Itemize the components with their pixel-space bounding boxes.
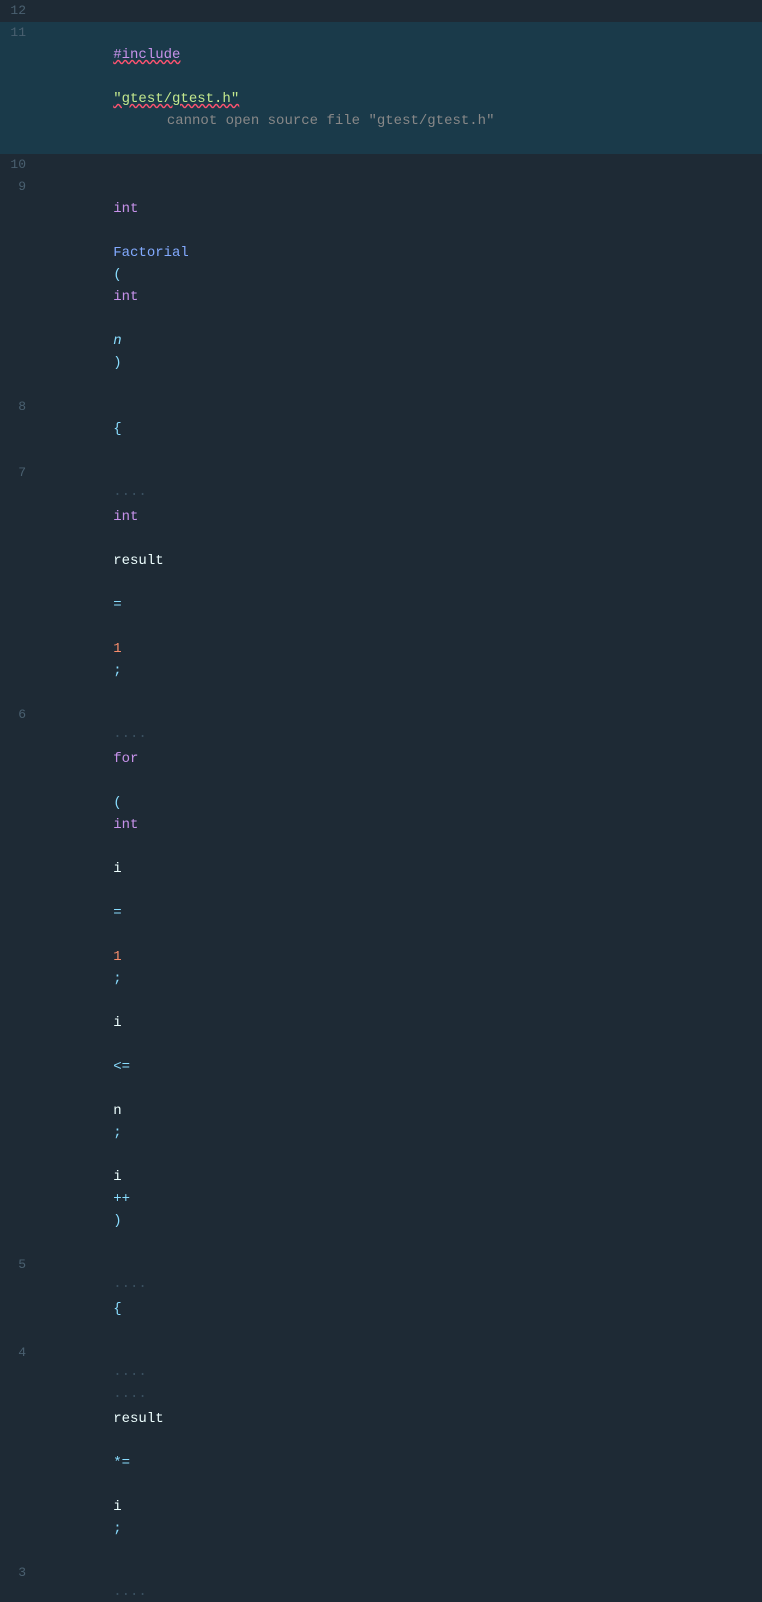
line-content: ···· int result = 1 ; <box>36 462 762 704</box>
keyword-int3: int <box>113 817 138 833</box>
brace-open: { <box>113 421 121 437</box>
leq-op: <= <box>113 1059 130 1075</box>
indent-dots: ···· <box>113 487 147 503</box>
keyword-int: int <box>113 509 138 525</box>
assign-op: = <box>113 597 121 613</box>
paren-open: ( <box>113 795 121 811</box>
indent-dots: ···· <box>113 1587 147 1602</box>
indent-dots: ···· <box>113 1367 147 1383</box>
mul-assign-op: *= <box>113 1455 130 1471</box>
var-result2: result <box>113 1411 163 1427</box>
code-line-5: 5 ···· { <box>0 1254 762 1342</box>
assign-op2: = <box>113 905 121 921</box>
line-number: 12 <box>0 0 36 22</box>
code-line-9: 9 int Factorial ( int n ) <box>0 176 762 396</box>
code-line-12: 12 <box>0 0 762 22</box>
line-content: ···· { <box>36 1254 762 1342</box>
line-number: 8 <box>0 396 36 418</box>
keyword-for: for <box>113 751 138 767</box>
var-i4: i <box>113 1499 121 1515</box>
line-content: int Factorial ( int n ) <box>36 176 762 396</box>
indent-dots: ···· <box>113 729 147 745</box>
paren-close2: ) <box>113 1213 121 1229</box>
line-content: ···· } <box>36 1562 762 1602</box>
include-path: "gtest/gtest.h" <box>113 91 239 107</box>
function-name: Factorial <box>113 245 189 261</box>
inc-op: ++ <box>113 1191 130 1207</box>
semicolon2: ; <box>113 971 121 987</box>
line-number: 9 <box>0 176 36 198</box>
code-line-7: 7 ···· int result = 1 ; <box>0 462 762 704</box>
line-content: ···· ···· result *= i ; <box>36 1342 762 1562</box>
line-number: 7 <box>0 462 36 484</box>
code-line-6: 6 ···· for ( int i = 1 ; i <= n <box>0 704 762 1254</box>
line-content: { <box>36 396 762 462</box>
code-line-4: 4 ···· ···· result *= i ; <box>0 1342 762 1562</box>
num-1: 1 <box>113 641 121 657</box>
var-i2: i <box>113 1015 121 1031</box>
param-n: n <box>113 333 121 349</box>
line-number: 3 <box>0 1562 36 1584</box>
indent-dots2: ···· <box>113 1389 147 1405</box>
var-i3: i <box>113 1169 121 1185</box>
line-content: #include "gtest/gtest.h" cannot open sou… <box>36 22 762 154</box>
error-message: cannot open source file "gtest/gtest.h" <box>133 113 494 129</box>
code-editor: 12 11 #include "gtest/gtest.h" cannot op… <box>0 0 762 801</box>
line-number: 6 <box>0 704 36 726</box>
code-line-10: 10 <box>0 154 762 176</box>
var-n: n <box>113 1103 121 1119</box>
code-line-11: 11 #include "gtest/gtest.h" cannot open … <box>0 22 762 154</box>
code-line-3: 3 ···· } <box>0 1562 762 1602</box>
paren-close: ) <box>113 355 121 371</box>
include-keyword: #include <box>113 47 180 63</box>
semicolon: ; <box>113 663 121 679</box>
line-number: 4 <box>0 1342 36 1364</box>
line-number: 11 <box>0 22 36 44</box>
var-i: i <box>113 861 121 877</box>
keyword-int: int <box>113 201 138 217</box>
brace-open2: { <box>113 1301 121 1317</box>
num-1b: 1 <box>113 949 121 965</box>
keyword-int2: int <box>113 289 138 305</box>
line-number: 5 <box>0 1254 36 1276</box>
line-number: 10 <box>0 154 36 176</box>
semicolon3: ; <box>113 1125 121 1141</box>
code-lines: 12 11 #include "gtest/gtest.h" cannot op… <box>0 0 762 1602</box>
code-line-8: 8 { <box>0 396 762 462</box>
var-result: result <box>113 553 163 569</box>
paren-open: ( <box>113 267 121 283</box>
indent-dots: ···· <box>113 1279 147 1295</box>
semicolon4: ; <box>113 1521 121 1537</box>
line-content: ···· for ( int i = 1 ; i <= n ; <box>36 704 762 1254</box>
